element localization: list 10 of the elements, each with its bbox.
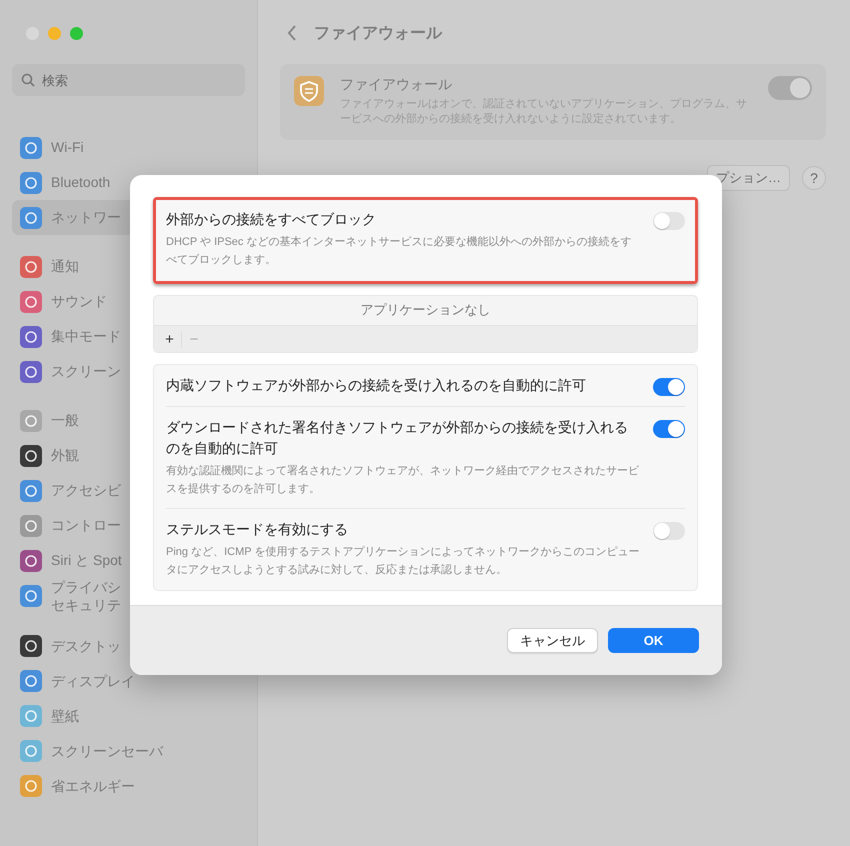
- option-title: ダウンロードされた署名付きソフトウェアが外部からの接続を受け入れるのを自動的に許可: [166, 418, 629, 458]
- option-description: Ping など、ICMP を使用するテストアプリケーションによってネットワークからこのコンピュータにアクセスしようとする試みに対して、反応または承認しません。: [166, 544, 640, 578]
- firewall-title: ファイアウォール: [340, 76, 453, 94]
- option-description: 有効な認証機関によって署名されたソフトウェアが、ネットワーク経由でアクセスされたサービスを提供するのを許可します。: [166, 464, 640, 497]
- option-description: DHCP や IPSec などの基本インターネットサービスに必要な機能以外への外部からの接続をすべてブロックします。: [166, 234, 632, 268]
- empty-list-text: アプリケーションなし: [360, 301, 492, 320]
- option-title: ステルスモードを有効にする: [166, 520, 349, 540]
- option-title: 内蔵ソフトウェアが外部からの接続を受け入れるのを自動的に許可: [166, 376, 587, 396]
- option-title: 外部からの接続をすべてブロック: [166, 210, 377, 229]
- page-title: ファイアウォール: [314, 24, 442, 44]
